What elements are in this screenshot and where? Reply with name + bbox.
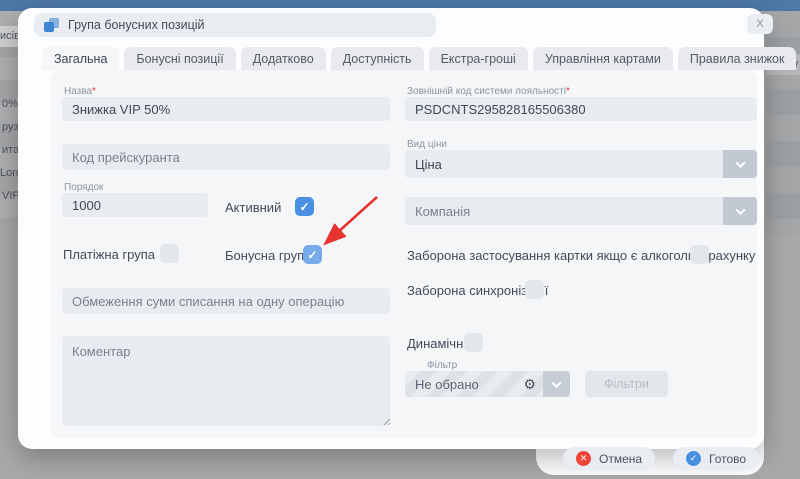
filter-label: Фільтр <box>427 360 457 371</box>
chevron-down-icon <box>552 378 562 388</box>
general-tab-panel: Назва* Порядок Активний ✓ Платіжна група… <box>50 70 757 438</box>
external-code-label: Зовнішній код системи лояльності* <box>407 86 570 97</box>
tab-bonus-positions[interactable]: Бонусні позиції <box>124 47 235 70</box>
filter-select-chevron[interactable] <box>543 371 570 397</box>
limit-per-operation-input[interactable] <box>62 288 390 314</box>
background-text-fragment: ита <box>2 144 19 156</box>
name-input[interactable] <box>62 97 390 121</box>
tab-discount-rules[interactable]: Правила знижок <box>678 47 797 70</box>
tab-card-management[interactable]: Управління картами <box>533 47 673 70</box>
active-checkbox[interactable]: ✓ <box>295 197 314 216</box>
cancel-icon: ✕ <box>576 451 591 466</box>
background-text-fragment: руз <box>2 121 19 133</box>
order-label: Порядок <box>64 182 103 193</box>
done-button[interactable]: ✓ Готово <box>673 447 759 470</box>
required-asterisk: * <box>566 86 570 97</box>
tab-availability[interactable]: Доступність <box>331 47 424 70</box>
price-type-label: Вид ціни <box>407 139 447 150</box>
background-text-fragment: 0% <box>2 98 18 110</box>
bonus-group-checkbox[interactable]: ✓ <box>303 245 322 264</box>
screen: исів 0% руз ита Long VIP axy Група бонус… <box>0 0 800 479</box>
tab-general[interactable]: Загальна <box>42 47 119 70</box>
chevron-down-icon <box>735 205 745 215</box>
order-input[interactable] <box>62 193 208 217</box>
filter-select[interactable]: Не обрано ⚙ <box>405 371 543 397</box>
close-button[interactable]: X <box>747 14 773 34</box>
external-code-input[interactable] <box>405 97 757 121</box>
dynamic-checkbox[interactable] <box>464 333 483 352</box>
background-text-fragment: исів <box>0 26 19 47</box>
required-asterisk: * <box>92 86 96 97</box>
dynamic-label: Динамічна <box>407 336 470 351</box>
chevron-down-icon <box>735 158 745 168</box>
check-icon: ✓ <box>307 248 317 262</box>
bonus-group-label: Бонусна група <box>225 248 311 263</box>
name-label: Назва* <box>64 86 96 97</box>
company-select[interactable]: Компанія <box>405 197 757 225</box>
price-type-select[interactable]: Ціна <box>405 150 757 178</box>
no-sync-checkbox[interactable] <box>525 280 544 299</box>
tab-extra-money[interactable]: Екстра-гроші <box>429 47 528 70</box>
dialog-title-bar: Група бонусних позицій <box>34 13 436 37</box>
payment-group-label: Платіжна група <box>63 247 155 262</box>
done-check-icon: ✓ <box>686 451 701 466</box>
pricelist-code-input[interactable] <box>62 144 390 170</box>
background-right-strip <box>766 11 800 236</box>
cancel-button[interactable]: ✕ Отмена <box>563 447 655 470</box>
bonus-group-dialog: Група бонусних позицій X Загальна Бонусн… <box>18 8 764 449</box>
active-label: Активний <box>225 200 281 215</box>
tab-bar: Загальна Бонусні позиції Додатково Досту… <box>42 47 796 70</box>
group-icon <box>44 18 59 33</box>
tab-additional[interactable]: Додатково <box>241 47 326 70</box>
dialog-title: Група бонусних позицій <box>68 18 205 32</box>
comment-textarea[interactable] <box>62 336 390 426</box>
payment-group-checkbox[interactable] <box>160 244 179 263</box>
no-card-if-alcohol-checkbox[interactable] <box>690 245 709 264</box>
gear-icon[interactable]: ⚙ <box>523 377 536 391</box>
filters-button[interactable]: Фільтри <box>585 371 668 397</box>
check-icon: ✓ <box>299 200 309 214</box>
